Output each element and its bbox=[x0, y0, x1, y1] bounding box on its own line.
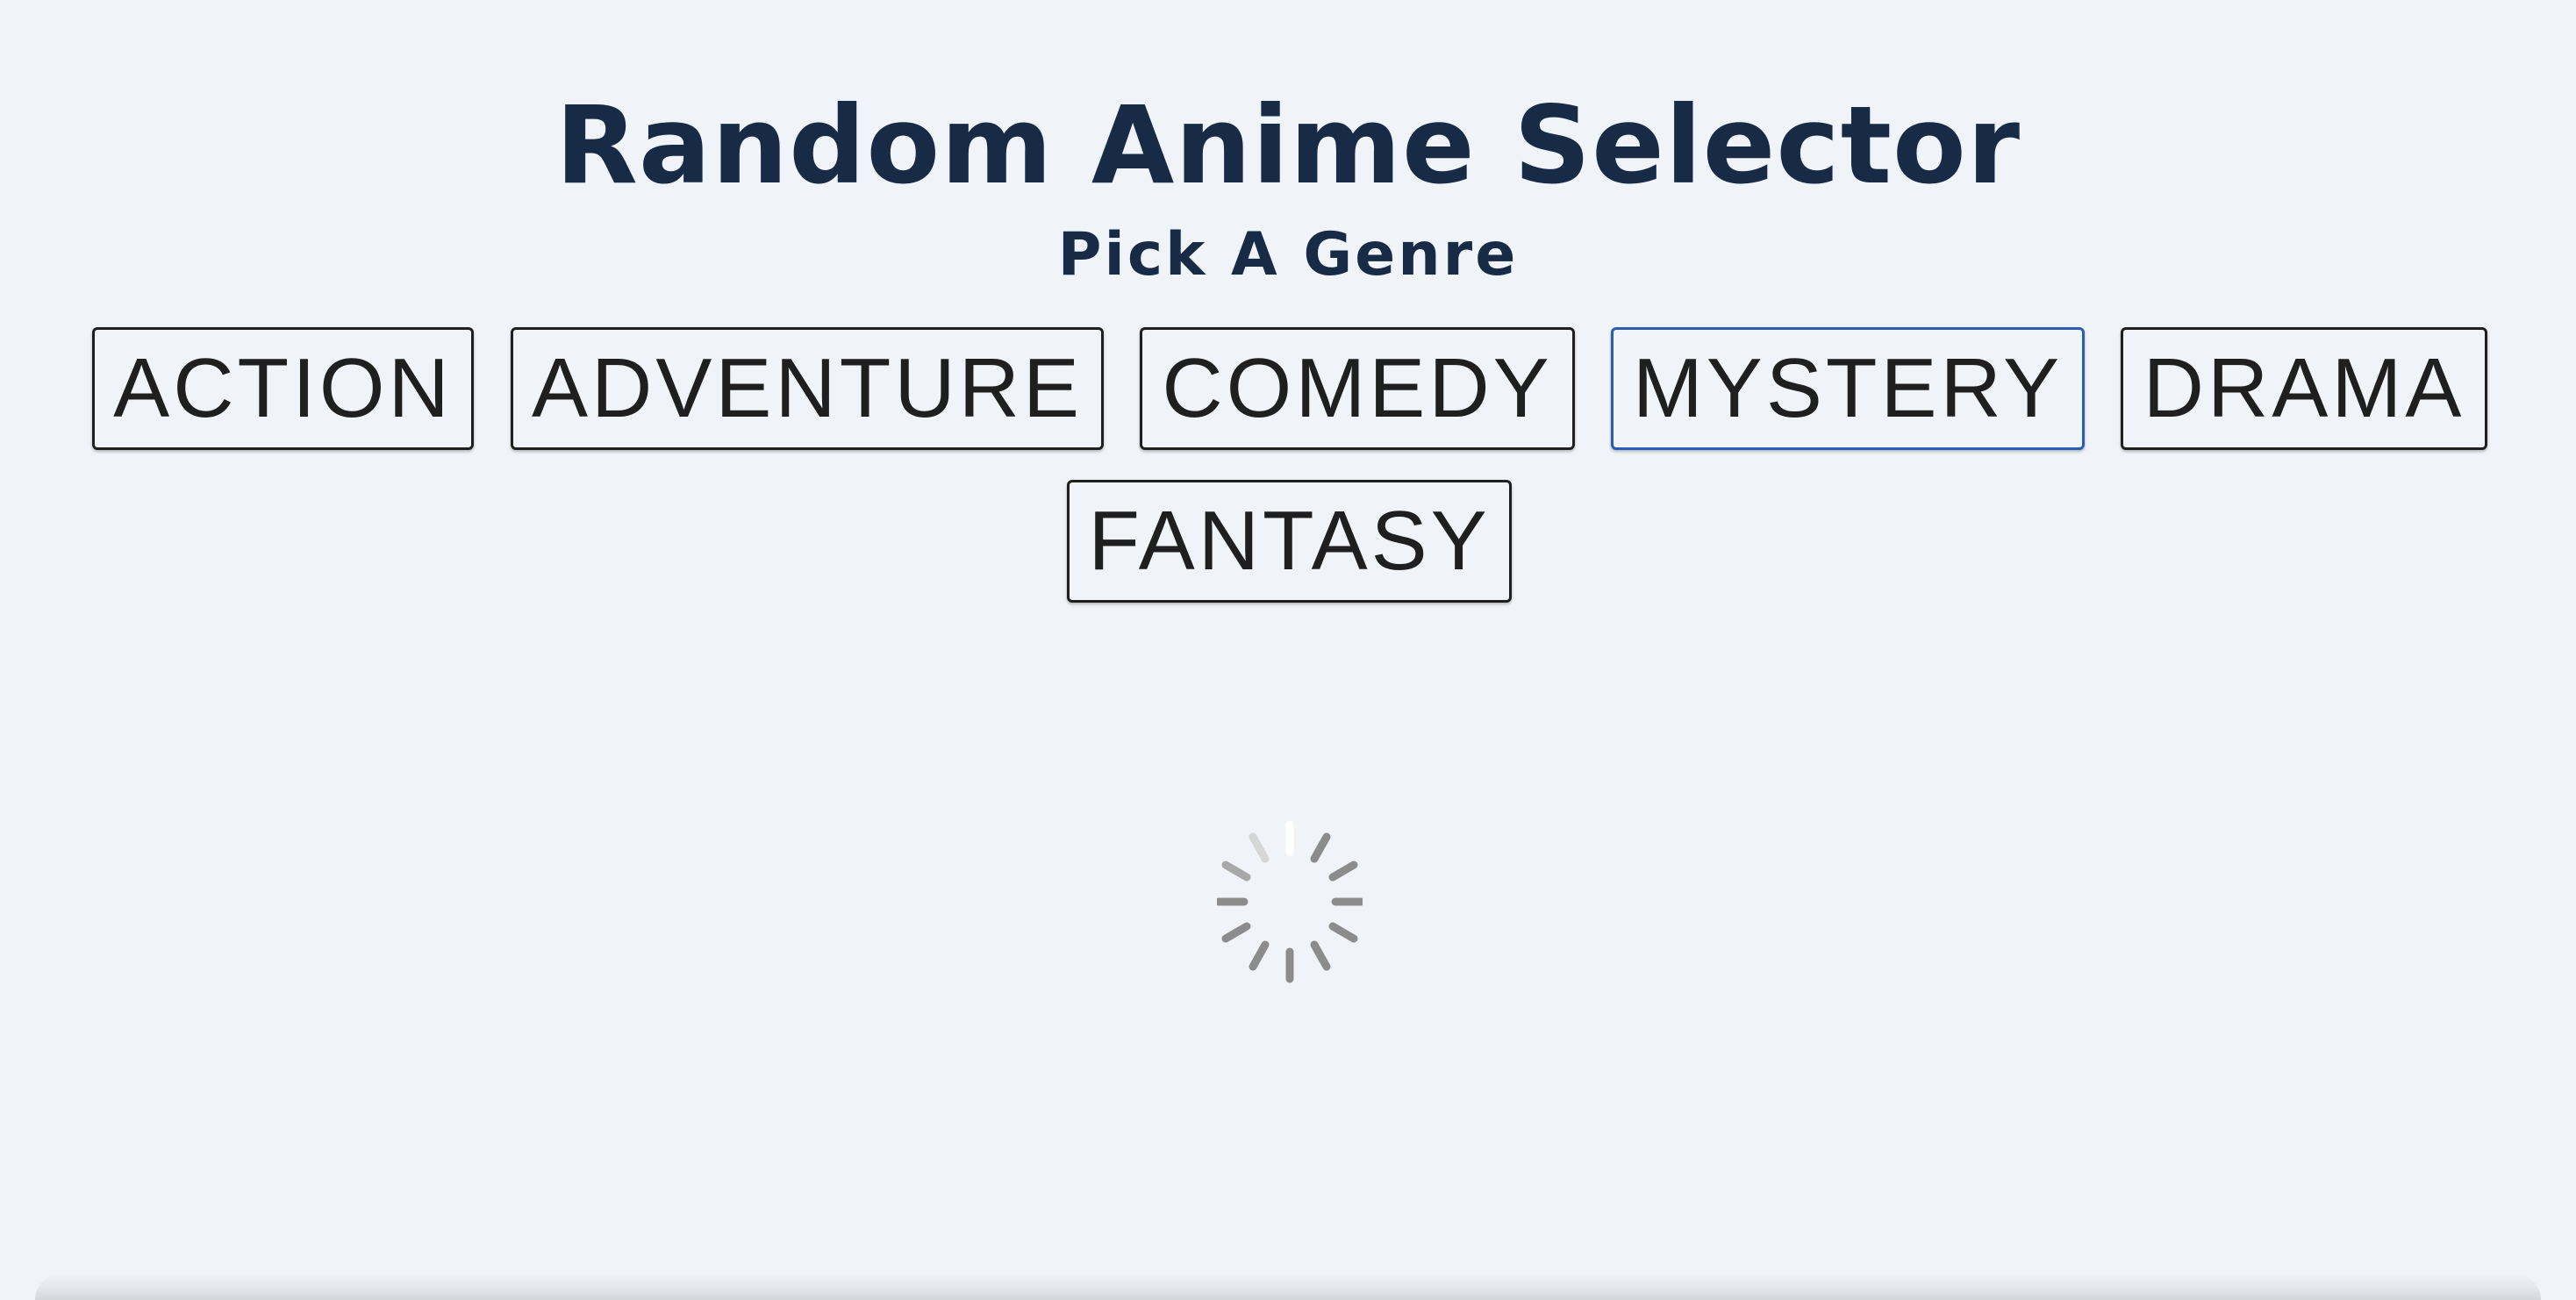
genre-button-action[interactable]: ACTION bbox=[92, 327, 474, 450]
genre-button-adventure[interactable]: ADVENTURE bbox=[511, 327, 1104, 450]
page-subtitle: Pick A Genre bbox=[1057, 220, 1519, 289]
page-title: Random Anime Selector bbox=[555, 83, 2021, 208]
genre-button-comedy[interactable]: COMEDY bbox=[1140, 327, 1575, 450]
genre-button-drama[interactable]: DRAMA bbox=[2121, 327, 2487, 450]
genre-button-fantasy[interactable]: FANTASY bbox=[1067, 480, 1512, 603]
loading-spinner-icon bbox=[1217, 820, 1363, 983]
genre-button-mystery[interactable]: MYSTERY bbox=[1611, 327, 2085, 450]
page: Random Anime Selector Pick A Genre ACTIO… bbox=[0, 0, 2576, 1300]
bottom-shadow bbox=[35, 1274, 2541, 1300]
